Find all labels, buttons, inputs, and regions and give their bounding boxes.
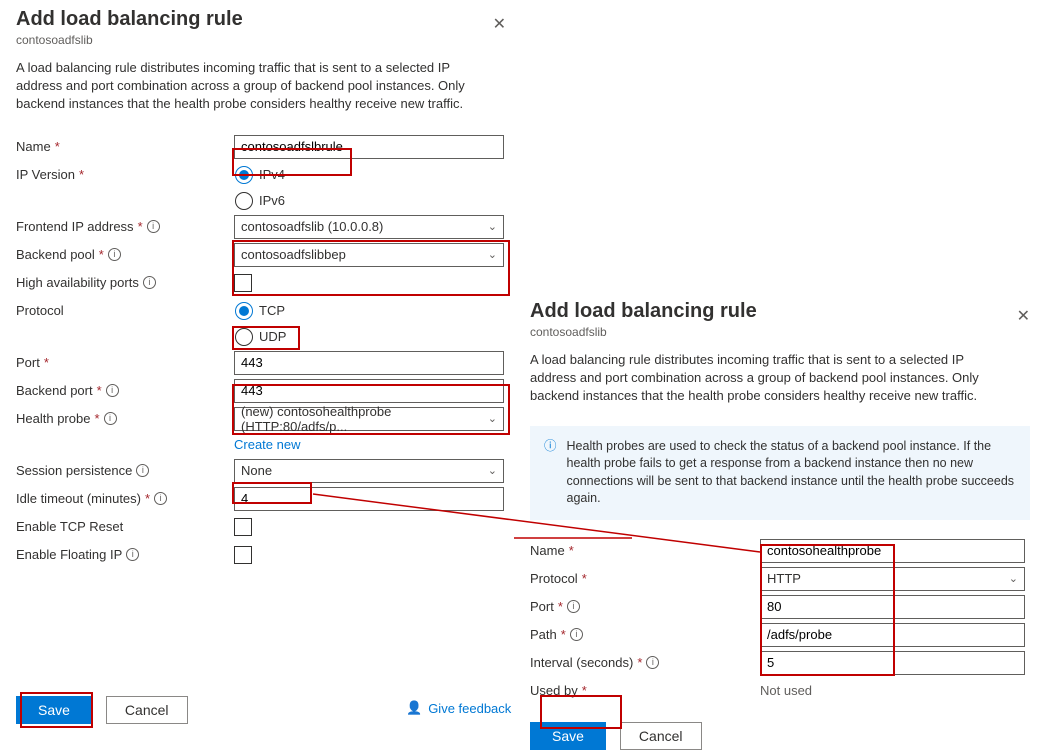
info-icon[interactable]: i bbox=[147, 220, 160, 233]
radio-ipv6-label: IPv6 bbox=[259, 193, 285, 208]
info-icon[interactable]: i bbox=[136, 464, 149, 477]
probe-protocol-select[interactable]: HTTP ⌄ bbox=[760, 567, 1025, 591]
save-button[interactable]: Save bbox=[530, 722, 606, 750]
radio-ipv6[interactable]: IPv6 bbox=[235, 192, 285, 210]
required-marker: * bbox=[145, 491, 150, 506]
radio-tcp-label: TCP bbox=[259, 303, 285, 318]
idle-input[interactable] bbox=[234, 487, 504, 511]
chevron-down-icon: ⌄ bbox=[488, 220, 497, 233]
usedby-value: Not used bbox=[760, 683, 812, 698]
info-icon[interactable]: i bbox=[106, 384, 119, 397]
feedback-link[interactable]: 👤 Give feedback bbox=[406, 700, 511, 716]
info-icon[interactable]: i bbox=[154, 492, 167, 505]
bepool-label: Backend pool bbox=[16, 247, 95, 262]
name-label: Name bbox=[530, 543, 565, 558]
chevron-down-icon: ⌄ bbox=[488, 412, 497, 425]
close-icon[interactable]: ✕ bbox=[1017, 306, 1030, 326]
port-label: Port bbox=[530, 599, 554, 614]
create-new-link[interactable]: Create new bbox=[234, 437, 300, 452]
feip-label: Frontend IP address bbox=[16, 219, 134, 234]
save-button[interactable]: Save bbox=[16, 696, 92, 724]
port-label: Port bbox=[16, 355, 40, 370]
bepool-value: contosoadfslibbep bbox=[241, 247, 346, 262]
tcprst-checkbox[interactable] bbox=[234, 518, 252, 536]
info-icon[interactable]: i bbox=[108, 248, 121, 261]
info-icon[interactable]: i bbox=[104, 412, 117, 425]
info-text: Health probes are used to check the stat… bbox=[567, 438, 1016, 508]
interval-label: Interval (seconds) bbox=[530, 655, 633, 670]
port-input[interactable] bbox=[234, 351, 504, 375]
info-icon[interactable]: i bbox=[126, 548, 139, 561]
floatip-label: Enable Floating IP bbox=[16, 547, 122, 562]
info-icon: ⓘ bbox=[544, 438, 557, 508]
probe-interval-input[interactable] bbox=[760, 651, 1025, 675]
cancel-button[interactable]: Cancel bbox=[620, 722, 702, 750]
required-marker: * bbox=[582, 683, 587, 698]
probe-value: (new) contosohealthprobe (HTTP:80/adfs/p… bbox=[241, 404, 488, 434]
description: A load balancing rule distributes incomi… bbox=[16, 59, 496, 114]
required-marker: * bbox=[637, 655, 642, 670]
info-icon[interactable]: i bbox=[567, 600, 580, 613]
chevron-down-icon: ⌄ bbox=[488, 464, 497, 477]
path-label: Path bbox=[530, 627, 557, 642]
probe-select[interactable]: (new) contosohealthprobe (HTTP:80/adfs/p… bbox=[234, 407, 504, 431]
info-banner: ⓘ Health probes are used to check the st… bbox=[530, 426, 1030, 520]
subtitle: contosoadfslib bbox=[16, 33, 506, 47]
description: A load balancing rule distributes incomi… bbox=[530, 351, 1010, 406]
hap-checkbox[interactable] bbox=[234, 274, 252, 292]
info-icon[interactable]: i bbox=[143, 276, 156, 289]
page-title: Add load balancing rule bbox=[530, 300, 1030, 323]
required-marker: * bbox=[99, 247, 104, 262]
subtitle: contosoadfslib bbox=[530, 325, 1030, 339]
radio-ipv4[interactable]: IPv4 bbox=[235, 166, 285, 184]
radio-ipv4-label: IPv4 bbox=[259, 167, 285, 182]
hap-label: High availability ports bbox=[16, 275, 139, 290]
required-marker: * bbox=[582, 571, 587, 586]
feip-value: contosoadfslib (10.0.0.8) bbox=[241, 219, 383, 234]
required-marker: * bbox=[79, 167, 84, 182]
required-marker: * bbox=[569, 543, 574, 558]
page-title: Add load balancing rule bbox=[16, 8, 506, 31]
required-marker: * bbox=[558, 599, 563, 614]
feip-select[interactable]: contosoadfslib (10.0.0.8) ⌄ bbox=[234, 215, 504, 239]
chevron-down-icon: ⌄ bbox=[488, 248, 497, 261]
required-marker: * bbox=[97, 383, 102, 398]
name-input[interactable] bbox=[234, 135, 504, 159]
probe-port-input[interactable] bbox=[760, 595, 1025, 619]
info-icon[interactable]: i bbox=[646, 656, 659, 669]
bepool-select[interactable]: contosoadfslibbep ⌄ bbox=[234, 243, 504, 267]
probe-path-input[interactable] bbox=[760, 623, 1025, 647]
probe-protocol-value: HTTP bbox=[767, 571, 801, 586]
required-marker: * bbox=[138, 219, 143, 234]
name-label: Name bbox=[16, 139, 51, 154]
chevron-down-icon: ⌄ bbox=[1009, 572, 1018, 585]
session-label: Session persistence bbox=[16, 463, 132, 478]
protocol-label: Protocol bbox=[530, 571, 578, 586]
close-icon[interactable]: ✕ bbox=[493, 14, 506, 34]
tcprst-label: Enable TCP Reset bbox=[16, 519, 123, 534]
required-marker: * bbox=[55, 139, 60, 154]
session-select[interactable]: None ⌄ bbox=[234, 459, 504, 483]
info-icon[interactable]: i bbox=[570, 628, 583, 641]
cancel-button[interactable]: Cancel bbox=[106, 696, 188, 724]
required-marker: * bbox=[94, 411, 99, 426]
ipversion-label: IP Version bbox=[16, 167, 75, 182]
required-marker: * bbox=[561, 627, 566, 642]
idle-label: Idle timeout (minutes) bbox=[16, 491, 141, 506]
feedback-icon: 👤 bbox=[406, 700, 422, 716]
radio-udp[interactable]: UDP bbox=[235, 328, 286, 346]
probe-label: Health probe bbox=[16, 411, 90, 426]
radio-udp-label: UDP bbox=[259, 329, 286, 344]
required-marker: * bbox=[44, 355, 49, 370]
beport-input[interactable] bbox=[234, 379, 504, 403]
probe-name-input[interactable] bbox=[760, 539, 1025, 563]
feedback-label: Give feedback bbox=[428, 701, 511, 716]
floatip-checkbox[interactable] bbox=[234, 546, 252, 564]
session-value: None bbox=[241, 463, 272, 478]
beport-label: Backend port bbox=[16, 383, 93, 398]
protocol-label: Protocol bbox=[16, 303, 64, 318]
usedby-label: Used by bbox=[530, 683, 578, 698]
radio-tcp[interactable]: TCP bbox=[235, 302, 285, 320]
